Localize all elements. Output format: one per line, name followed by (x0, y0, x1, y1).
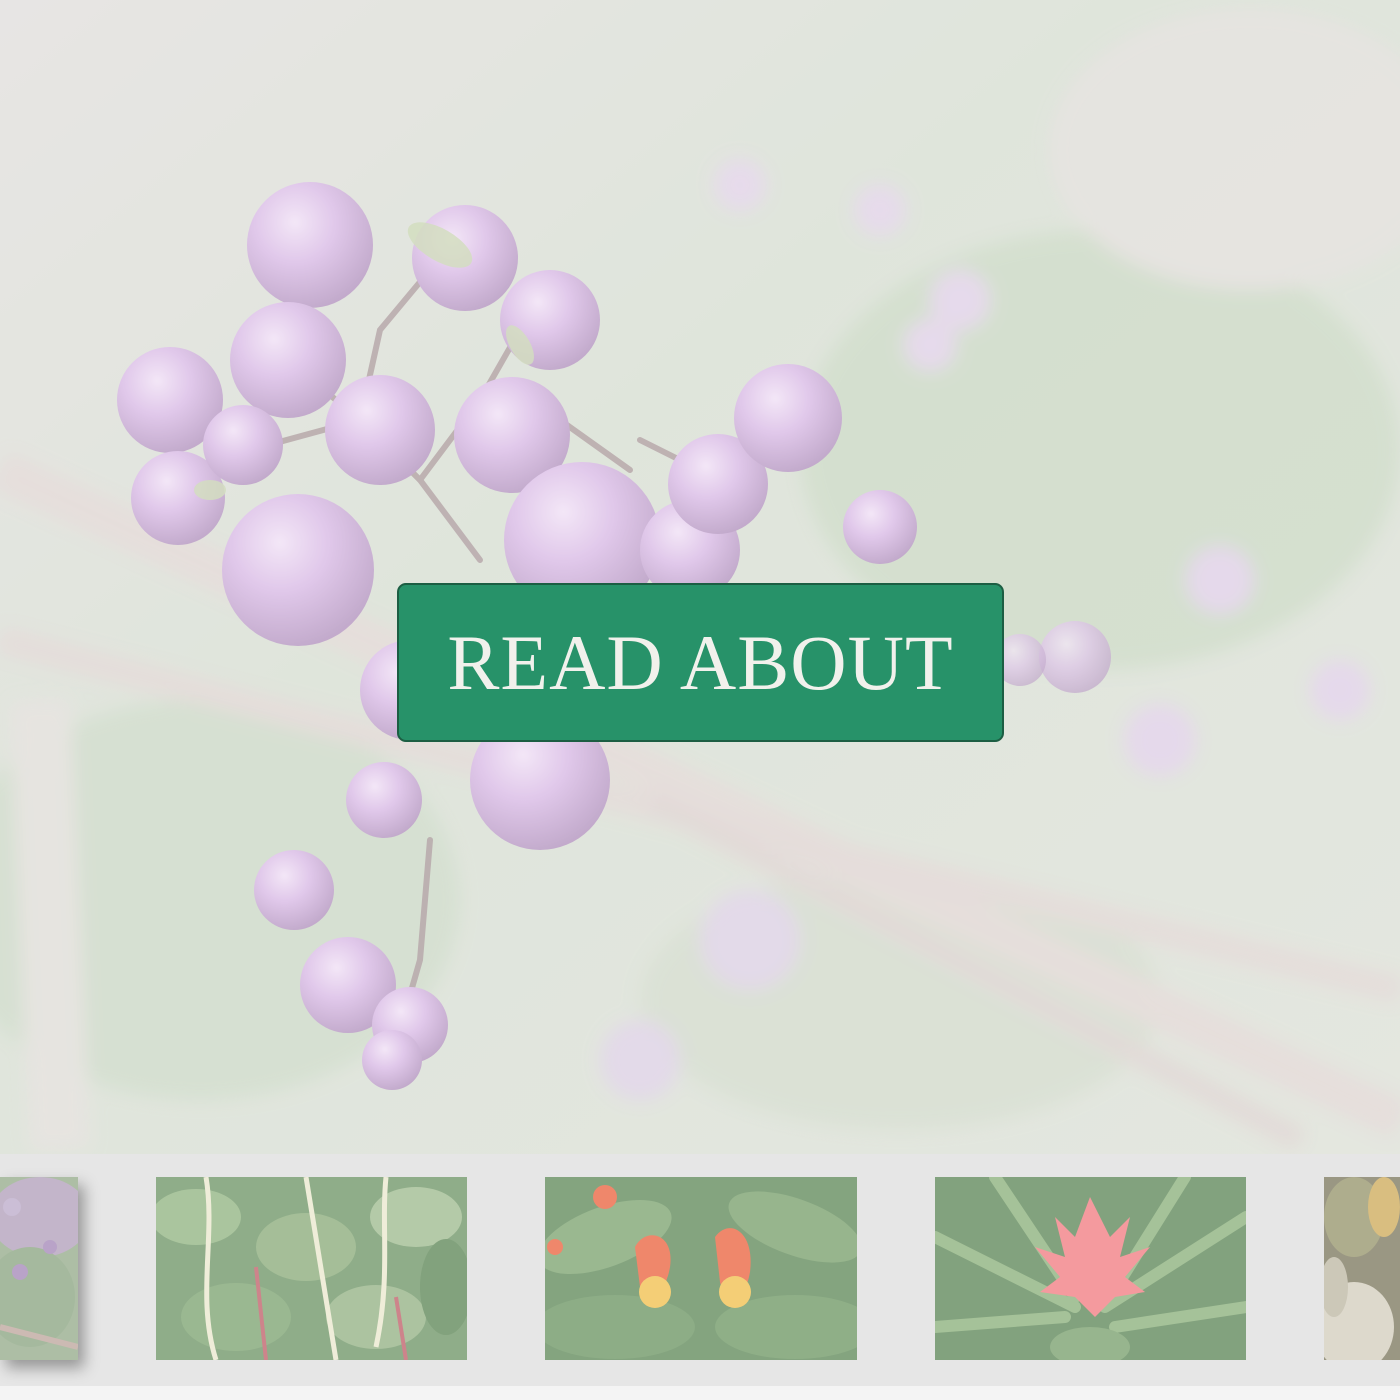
hero-banner: READ ABOUT (0, 0, 1400, 1154)
hero-image-purple-berries (0, 0, 1400, 1154)
thumbnail-orange-flowers[interactable] (545, 1177, 857, 1360)
thumbnail-strip[interactable] (0, 1154, 1400, 1400)
page-footer-edge (0, 1386, 1400, 1400)
thumbnail-grass-plumes[interactable] (1324, 1177, 1400, 1360)
thumbnail-purple-flowers[interactable] (0, 1177, 78, 1360)
read-about-button[interactable]: READ ABOUT (397, 583, 1004, 742)
thumbnail-pink-bromeliad[interactable] (935, 1177, 1246, 1360)
thumbnail-green-leaves[interactable] (156, 1177, 467, 1360)
